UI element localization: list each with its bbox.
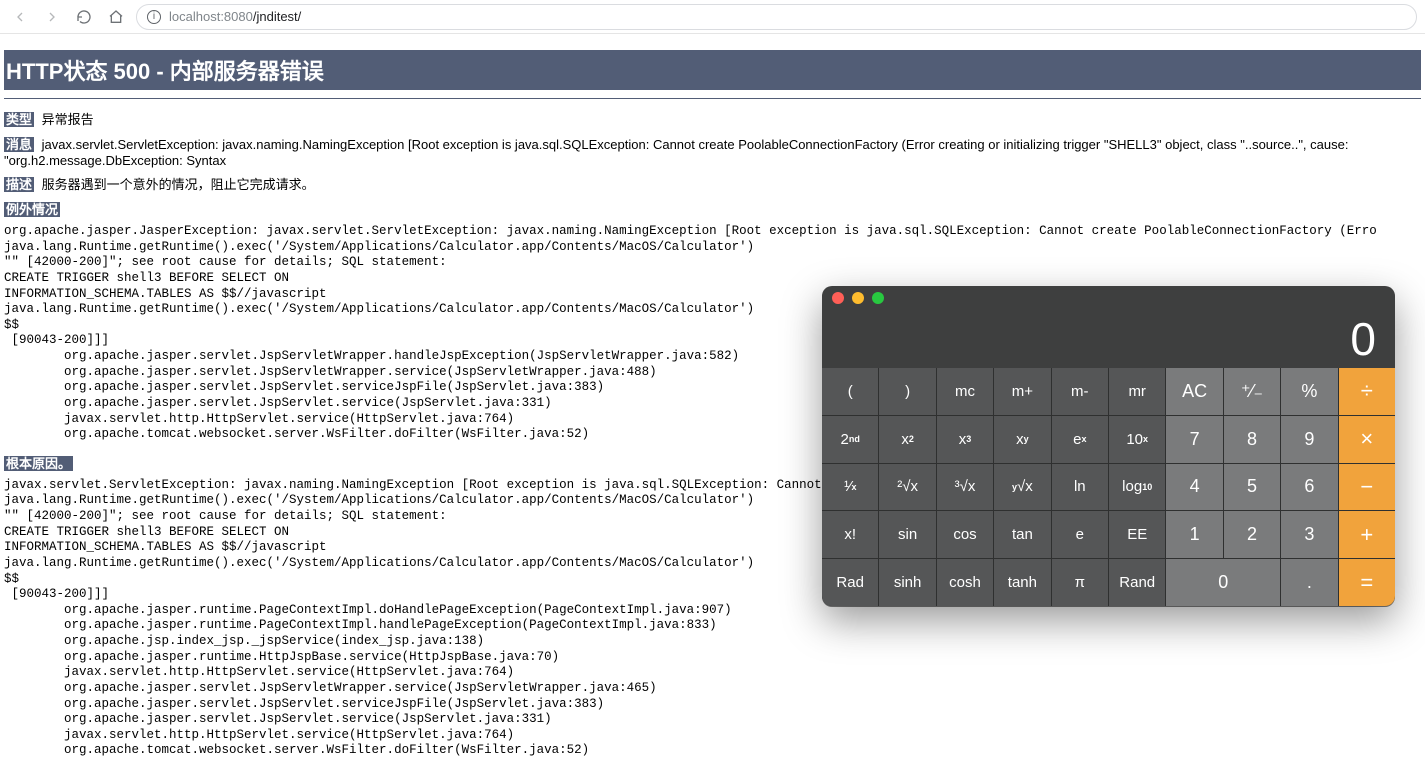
message-line: 消息 javax.servlet.ServletException: javax… (4, 134, 1421, 168)
key-ln[interactable]: ln (1052, 464, 1108, 511)
key-x-cubed[interactable]: x3 (937, 416, 993, 463)
minimize-icon[interactable] (852, 292, 864, 304)
key-log10[interactable]: log10 (1109, 464, 1165, 511)
key-one[interactable]: 1 (1166, 511, 1222, 558)
key-decimal[interactable]: . (1281, 559, 1337, 606)
key-ac[interactable]: AC (1166, 368, 1222, 415)
key-eight[interactable]: 8 (1224, 416, 1280, 463)
calculator-titlebar[interactable] (822, 286, 1395, 310)
key-seven[interactable]: 7 (1166, 416, 1222, 463)
page-title: HTTP状态 500 - 内部服务器错误 (4, 50, 1421, 90)
type-line: 类型 异常报告 (4, 109, 1421, 128)
site-info-icon[interactable]: i (147, 10, 161, 24)
key-two[interactable]: 2 (1224, 511, 1280, 558)
key-divide[interactable]: ÷ (1339, 368, 1395, 415)
key-tanh[interactable]: tanh (994, 559, 1050, 606)
maximize-icon[interactable] (872, 292, 884, 304)
key-rand[interactable]: Rand (1109, 559, 1165, 606)
back-button[interactable] (8, 5, 32, 29)
key-reciprocal[interactable]: ¹⁄x (822, 464, 878, 511)
key-factorial[interactable]: x! (822, 511, 878, 558)
divider (4, 98, 1421, 99)
key-percent[interactable]: % (1281, 368, 1337, 415)
key-cbrt[interactable]: ³√x (937, 464, 993, 511)
key-e-to-x[interactable]: ex (1052, 416, 1108, 463)
desc-value: 服务器遇到一个意外的情况，阻止它完成请求。 (42, 177, 315, 192)
key-sqrt[interactable]: ²√x (879, 464, 935, 511)
type-label: 类型 (4, 112, 34, 127)
key-rad[interactable]: Rad (822, 559, 878, 606)
calculator-display: 0 (822, 310, 1395, 368)
key-m-plus[interactable]: m+ (994, 368, 1050, 415)
key-three[interactable]: 3 (1281, 511, 1337, 558)
key-minus[interactable]: − (1339, 464, 1395, 511)
key-multiply[interactable]: × (1339, 416, 1395, 463)
key-six[interactable]: 6 (1281, 464, 1337, 511)
message-value: javax.servlet.ServletException: javax.na… (4, 137, 1348, 168)
key-zero[interactable]: 0 (1166, 559, 1280, 606)
key-sin[interactable]: sin (879, 511, 935, 558)
home-button[interactable] (104, 5, 128, 29)
key-paren-close[interactable]: ) (879, 368, 935, 415)
message-label: 消息 (4, 137, 34, 152)
key-sinh[interactable]: sinh (879, 559, 935, 606)
key-tan[interactable]: tan (994, 511, 1050, 558)
exception-label: 例外情况 (4, 202, 60, 217)
calculator-keypad: ()mcm+m-mrAC⁺⁄₋%÷ 2ndx2x3xyex10x789× ¹⁄x²√… (822, 368, 1395, 606)
browser-toolbar: i localhost:8080/jnditest/ (0, 0, 1425, 34)
desc-label: 描述 (4, 177, 34, 192)
key-pi[interactable]: π (1052, 559, 1108, 606)
calculator-window: 0 ()mcm+m-mrAC⁺⁄₋%÷ 2ndx2x3xyex10x789× ¹⁄x… (822, 286, 1395, 606)
key-x-squared[interactable]: x2 (879, 416, 935, 463)
key-five[interactable]: 5 (1224, 464, 1280, 511)
close-icon[interactable] (832, 292, 844, 304)
root-cause-label: 根本原因。 (4, 456, 73, 471)
key-y-root-x[interactable]: y√x (994, 464, 1050, 511)
key-second[interactable]: 2nd (822, 416, 878, 463)
type-value: 异常报告 (42, 112, 94, 127)
key-cos[interactable]: cos (937, 511, 993, 558)
forward-button[interactable] (40, 5, 64, 29)
key-cosh[interactable]: cosh (937, 559, 993, 606)
key-ten-to-x[interactable]: 10x (1109, 416, 1165, 463)
url-text: localhost:8080/jnditest/ (169, 9, 301, 24)
key-m-minus[interactable]: m- (1052, 368, 1108, 415)
key-plus[interactable]: + (1339, 511, 1395, 558)
key-paren-open[interactable]: ( (822, 368, 878, 415)
key-mr[interactable]: mr (1109, 368, 1165, 415)
desc-line: 描述 服务器遇到一个意外的情况，阻止它完成请求。 (4, 174, 1421, 193)
address-bar[interactable]: i localhost:8080/jnditest/ (136, 4, 1417, 30)
key-nine[interactable]: 9 (1281, 416, 1337, 463)
exception-heading: 例外情况 (4, 199, 1421, 218)
key-equals[interactable]: = (1339, 559, 1395, 606)
key-e[interactable]: e (1052, 511, 1108, 558)
reload-button[interactable] (72, 5, 96, 29)
key-x-to-y[interactable]: xy (994, 416, 1050, 463)
key-mc[interactable]: mc (937, 368, 993, 415)
key-four[interactable]: 4 (1166, 464, 1222, 511)
key-ee[interactable]: EE (1109, 511, 1165, 558)
key-plus-minus[interactable]: ⁺⁄₋ (1224, 368, 1280, 415)
